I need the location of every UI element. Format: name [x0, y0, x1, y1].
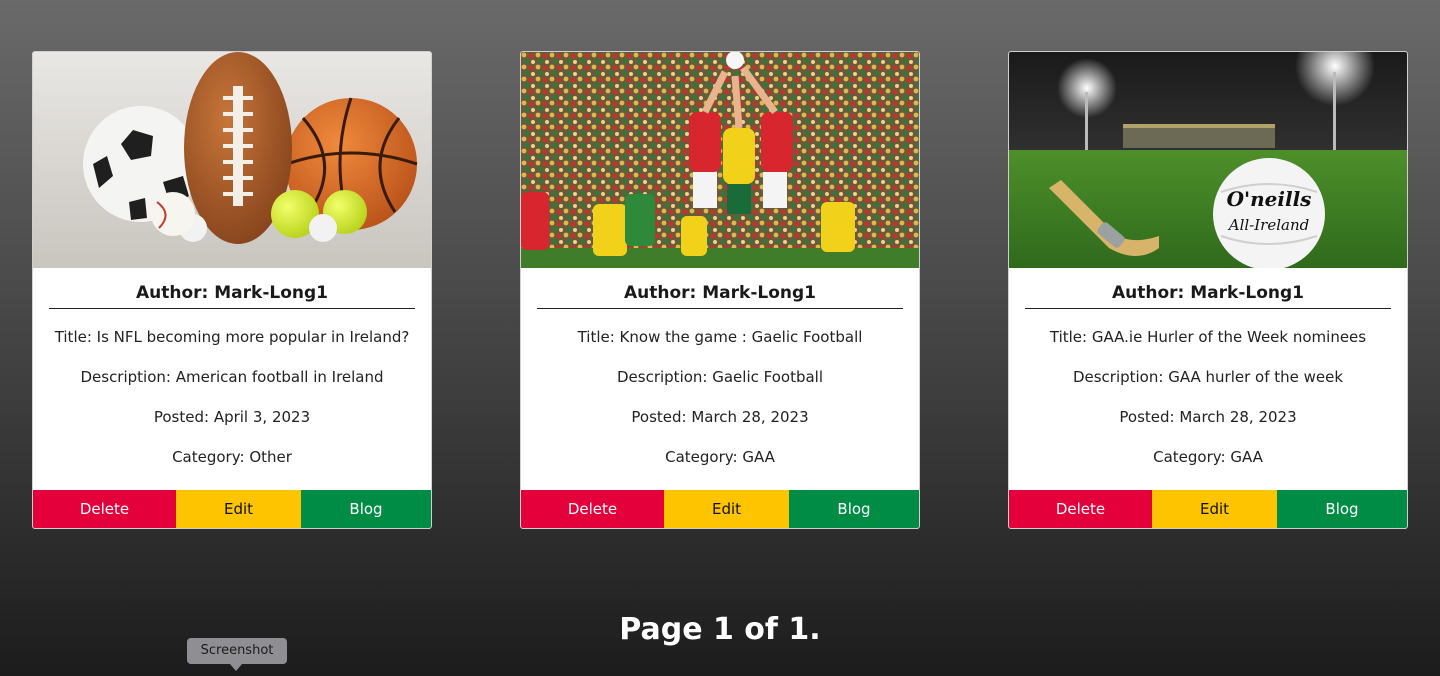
post-category: Category: Other	[172, 448, 292, 466]
blog-button[interactable]: Blog	[301, 490, 431, 528]
edit-button[interactable]: Edit	[1152, 490, 1277, 528]
edit-button[interactable]: Edit	[176, 490, 301, 528]
tooltip-arrow	[230, 664, 242, 671]
card-actions: Delete Edit Blog	[1009, 490, 1407, 528]
post-category: Category: GAA	[1153, 448, 1263, 466]
post-author: Author: Mark-Long1	[49, 283, 415, 309]
post-date: Posted: March 28, 2023	[631, 408, 809, 426]
delete-button[interactable]: Delete	[33, 490, 176, 528]
post-date: Posted: March 28, 2023	[1119, 408, 1297, 426]
screenshot-tooltip: Screenshot	[187, 638, 287, 664]
ball-brand-text: O'neills	[1227, 187, 1312, 211]
post-category: Category: GAA	[665, 448, 775, 466]
blog-button[interactable]: Blog	[789, 490, 919, 528]
blog-button[interactable]: Blog	[1277, 490, 1407, 528]
sports-balls-image	[33, 52, 431, 268]
post-description: Description: GAA hurler of the week	[1072, 368, 1344, 386]
card-actions: Delete Edit Blog	[521, 490, 919, 528]
card-body: Author: Mark-Long1 Title: Is NFL becomin…	[33, 283, 431, 477]
post-title: Title: Is NFL becoming more popular in I…	[54, 328, 410, 346]
card-body: Author: Mark-Long1 Title: Know the game …	[521, 283, 919, 477]
post-author: Author: Mark-Long1	[537, 283, 903, 309]
post-title: Title: GAA.ie Hurler of the Week nominee…	[1049, 328, 1367, 346]
post-description: Description: Gaelic Football	[616, 368, 824, 386]
blog-card: Author: Mark-Long1 Title: Know the game …	[520, 51, 920, 529]
delete-button[interactable]: Delete	[1009, 490, 1152, 528]
hurling-stadium-image: O'neills All-Ireland	[1009, 52, 1407, 268]
gaelic-football-match-image	[521, 52, 919, 268]
post-date: Posted: April 3, 2023	[153, 408, 311, 426]
post-title: Title: Know the game : Gaelic Football	[577, 328, 863, 346]
card-actions: Delete Edit Blog	[33, 490, 431, 528]
post-author: Author: Mark-Long1	[1025, 283, 1391, 309]
edit-button[interactable]: Edit	[664, 490, 789, 528]
blog-card: O'neills All-Ireland Author: Mark-Long1 …	[1008, 51, 1408, 529]
post-description: Description: American football in Irelan…	[80, 368, 384, 386]
delete-button[interactable]: Delete	[521, 490, 664, 528]
blog-card: Author: Mark-Long1 Title: Is NFL becomin…	[32, 51, 432, 529]
card-body: Author: Mark-Long1 Title: GAA.ie Hurler …	[1009, 283, 1407, 477]
ball-slogan-text: All-Ireland	[1227, 216, 1309, 234]
